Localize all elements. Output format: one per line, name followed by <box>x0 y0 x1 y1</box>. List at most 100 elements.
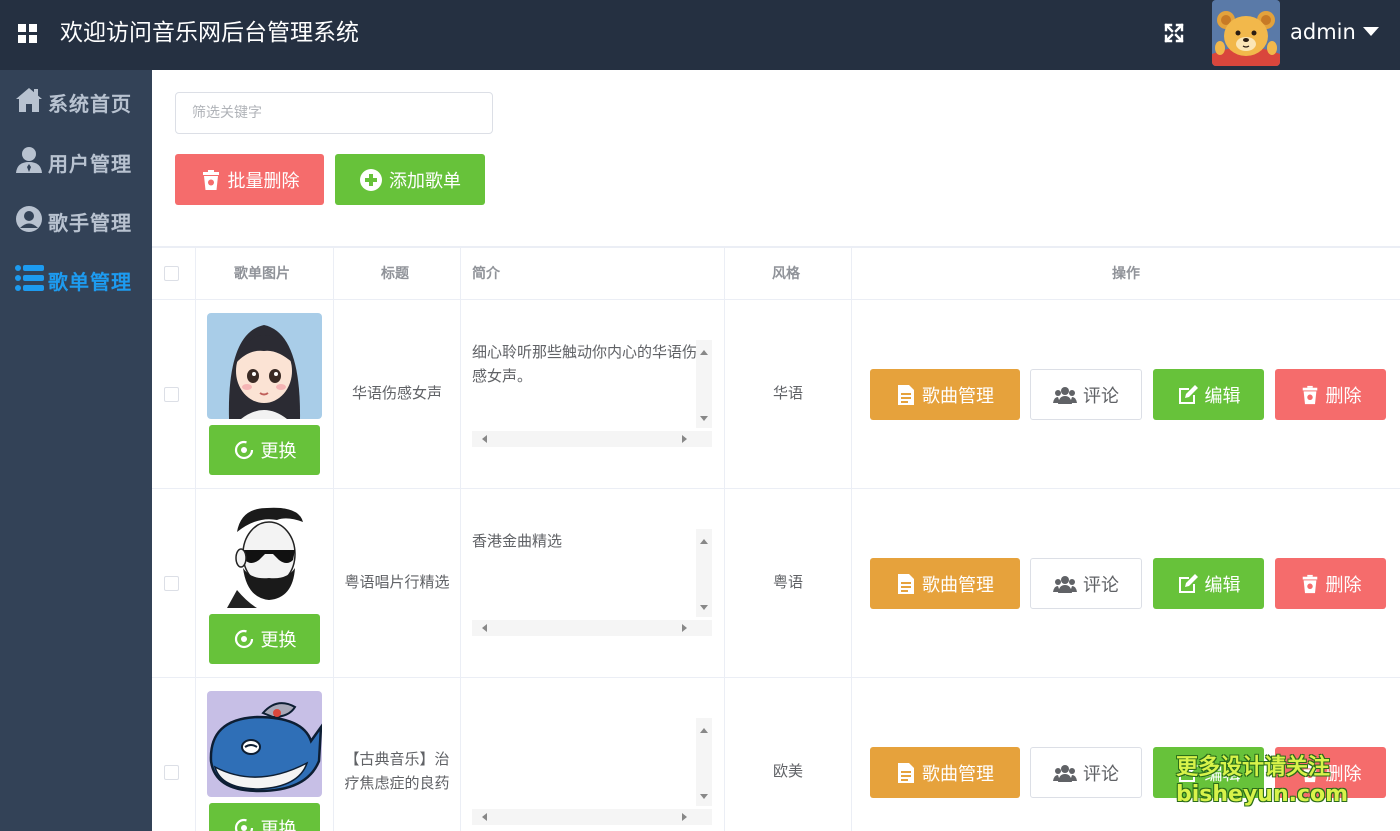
trash-icon <box>1302 574 1317 593</box>
table-row: 更换 华语伤感女声 细心聆听那些触动你内心的华语伤感女声。 华语 歌曲管理 评论… <box>152 300 1400 489</box>
add-playlist-button[interactable]: 添加歌单 <box>335 154 485 205</box>
intro-text: 细心聆听那些触动你内心的华语伤感女声。 <box>472 343 698 385</box>
scroll-down-icon[interactable] <box>700 794 708 799</box>
document-icon <box>898 384 914 405</box>
scroll-right-icon[interactable] <box>682 435 687 443</box>
change-image-label: 更换 <box>260 441 297 462</box>
horizontal-scrollbar[interactable] <box>472 620 712 636</box>
edit-label: 编辑 <box>1204 385 1241 407</box>
song-manage-label: 歌曲管理 <box>922 574 994 596</box>
delete-button[interactable]: 删除 <box>1275 369 1386 420</box>
add-playlist-label: 添加歌单 <box>389 170 461 192</box>
watermark-line: bisheyun.com <box>1176 782 1349 807</box>
change-image-label: 更换 <box>260 630 297 651</box>
sidebar-item-singers[interactable]: 歌手管理 <box>0 191 152 251</box>
scroll-up-icon[interactable] <box>700 539 708 544</box>
edit-button[interactable]: 编辑 <box>1153 369 1264 420</box>
edit-label: 编辑 <box>1204 574 1241 596</box>
scroll-up-icon[interactable] <box>700 728 708 733</box>
user-avatar[interactable] <box>1212 0 1280 66</box>
row-checkbox[interactable] <box>164 765 179 780</box>
comment-label: 评论 <box>1083 763 1119 785</box>
scroll-left-icon[interactable] <box>482 624 487 632</box>
horizontal-scrollbar[interactable] <box>472 809 712 825</box>
playlist-title: 【古典音乐】治疗焦虑症的良药 <box>344 750 450 792</box>
batch-delete-button[interactable]: 批量删除 <box>175 154 324 205</box>
delete-button[interactable]: 删除 <box>1275 558 1386 609</box>
playlist-cover-image <box>207 502 322 608</box>
batch-delete-label: 批量删除 <box>227 170 300 192</box>
sidebar-item-playlists[interactable]: 歌单管理 <box>0 250 152 310</box>
column-header-title: 标题 <box>381 266 409 282</box>
comment-label: 评论 <box>1083 574 1119 596</box>
row-checkbox[interactable] <box>164 576 179 591</box>
intro-textarea[interactable]: 细心聆听那些触动你内心的华语伤感女声。 <box>472 340 712 447</box>
user-icon <box>16 147 42 173</box>
sidebar-item-label: 歌单管理 <box>48 269 132 294</box>
app-title: 欢迎访问音乐网后台管理系统 <box>60 20 359 46</box>
fullscreen-icon[interactable] <box>1163 22 1185 44</box>
table-header: 歌单图片 标题 简介 风格 操作 <box>152 248 1400 300</box>
intro-textarea[interactable]: 香港金曲精选 <box>472 529 712 636</box>
playlist-title: 华语伤感女声 <box>351 384 442 402</box>
horizontal-scrollbar[interactable] <box>472 431 712 447</box>
change-image-label: 更换 <box>260 819 297 831</box>
plus-circle-icon <box>360 168 382 191</box>
scroll-right-icon[interactable] <box>682 813 687 821</box>
change-image-button[interactable]: 更换 <box>209 425 320 475</box>
sidebar-item-users[interactable]: 用户管理 <box>0 132 152 192</box>
vertical-scrollbar[interactable] <box>696 718 712 806</box>
username[interactable]: admin <box>1290 17 1356 47</box>
scroll-right-icon[interactable] <box>682 624 687 632</box>
playlist-cover-image <box>207 313 322 419</box>
song-manage-button[interactable]: 歌曲管理 <box>870 747 1020 798</box>
top-header: 欢迎访问音乐网后台管理系统 admin <box>0 0 1400 70</box>
song-manage-label: 歌曲管理 <box>922 385 994 407</box>
edit-button[interactable]: 编辑 <box>1153 558 1264 609</box>
refresh-icon <box>234 440 253 460</box>
scroll-down-icon[interactable] <box>700 416 708 421</box>
search-input[interactable] <box>175 92 493 134</box>
table-row: 更换 粤语唱片行精选 香港金曲精选 粤语 歌曲管理 评论 编辑 删除 <box>152 489 1400 678</box>
comment-button[interactable]: 评论 <box>1030 558 1142 609</box>
vertical-scrollbar[interactable] <box>696 529 712 617</box>
song-manage-label: 歌曲管理 <box>922 763 994 785</box>
change-image-button[interactable]: 更换 <box>209 803 320 831</box>
document-icon <box>898 762 914 783</box>
delete-label: 删除 <box>1325 574 1362 596</box>
trash-icon <box>1302 385 1317 404</box>
scroll-down-icon[interactable] <box>700 605 708 610</box>
users-icon <box>1053 386 1077 404</box>
intro-textarea[interactable] <box>472 718 712 825</box>
caret-down-icon[interactable] <box>1363 27 1379 36</box>
sidebar-item-label: 系统首页 <box>48 91 132 116</box>
scroll-up-icon[interactable] <box>700 350 708 355</box>
document-icon <box>898 573 914 594</box>
comment-button[interactable]: 评论 <box>1030 747 1142 798</box>
list-icon <box>15 265 44 291</box>
comment-label: 评论 <box>1083 385 1119 407</box>
edit-icon <box>1178 384 1198 404</box>
scroll-left-icon[interactable] <box>482 813 487 821</box>
sidebar-item-label: 歌手管理 <box>48 210 132 235</box>
column-header-intro: 简介 <box>472 266 500 282</box>
users-icon <box>1053 575 1077 593</box>
row-checkbox[interactable] <box>164 387 179 402</box>
watermark: 更多设计请关注 bisheyun.com <box>1176 754 1348 808</box>
menu-grid-icon[interactable] <box>18 24 37 43</box>
sidebar: 系统首页 用户管理 歌手管理 歌单管理 <box>0 70 152 831</box>
column-header-image: 歌单图片 <box>234 266 290 282</box>
sidebar-item-home[interactable]: 系统首页 <box>0 72 152 132</box>
change-image-button[interactable]: 更换 <box>209 614 320 664</box>
scroll-left-icon[interactable] <box>482 435 487 443</box>
singer-icon <box>16 206 42 232</box>
select-all-checkbox[interactable] <box>164 266 179 281</box>
song-manage-button[interactable]: 歌曲管理 <box>870 369 1020 420</box>
song-manage-button[interactable]: 歌曲管理 <box>870 558 1020 609</box>
sidebar-item-label: 用户管理 <box>48 151 132 176</box>
vertical-scrollbar[interactable] <box>696 340 712 428</box>
delete-label: 删除 <box>1325 385 1362 407</box>
comment-button[interactable]: 评论 <box>1030 369 1142 420</box>
playlist-style: 华语 <box>772 384 803 402</box>
users-icon <box>1053 764 1077 782</box>
